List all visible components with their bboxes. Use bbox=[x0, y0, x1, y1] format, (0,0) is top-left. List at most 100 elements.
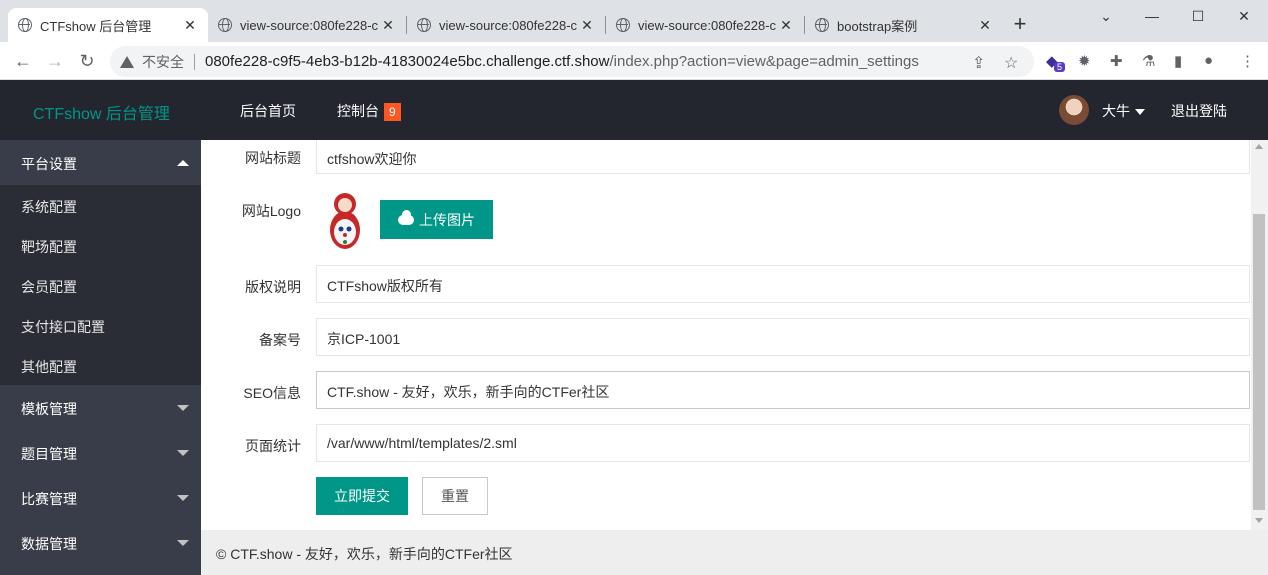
close-icon[interactable]: ✕ bbox=[778, 17, 794, 34]
site-logo-label: 网站Logo bbox=[241, 203, 301, 219]
sidebar-item-system-config[interactable]: 系统配置 bbox=[0, 185, 201, 225]
sidebar-group-challenges[interactable]: 题目管理 bbox=[0, 430, 201, 475]
username: 大牛 bbox=[1102, 103, 1130, 119]
nav-home[interactable]: 后台首页 bbox=[240, 101, 296, 121]
sidebar-group-competitions[interactable]: 比赛管理 bbox=[0, 475, 201, 520]
cloud-upload-icon bbox=[398, 209, 414, 225]
sidebar: 平台设置 系统配置 靶场配置 会员配置 支付接口配置 其他配置 模板管理 题目管… bbox=[0, 140, 201, 575]
copyright-input[interactable]: CTFshow版权所有 bbox=[316, 265, 1250, 303]
console-badge: 9 bbox=[384, 103, 401, 121]
icp-label: 备案号 bbox=[259, 332, 301, 348]
browser-tab[interactable]: bootstrap案例 ✕ bbox=[805, 8, 1003, 42]
scrollbar[interactable] bbox=[1251, 140, 1268, 530]
reload-icon[interactable]: ↻ bbox=[76, 50, 98, 72]
divider bbox=[194, 53, 195, 70]
globe-icon bbox=[616, 18, 630, 32]
close-icon[interactable]: ✕ bbox=[182, 17, 198, 34]
site-title-label: 网站标题 bbox=[245, 150, 301, 166]
sidebar-group-label: 比赛管理 bbox=[21, 491, 77, 507]
app-header: CTFshow 后台管理 后台首页 控制台 9 大牛 退出登陆 bbox=[0, 80, 1268, 140]
icp-input[interactable]: 京ICP-1001 bbox=[316, 318, 1250, 356]
puzzle-icon[interactable]: ✚ bbox=[1110, 52, 1123, 70]
security-label[interactable]: 不安全 bbox=[142, 52, 184, 72]
logout-link[interactable]: 退出登陆 bbox=[1171, 101, 1227, 121]
reset-button[interactable]: 重置 bbox=[422, 477, 488, 515]
sidebar-item-member-config[interactable]: 会员配置 bbox=[0, 265, 201, 305]
scroll-down-icon[interactable] bbox=[1255, 518, 1263, 523]
chevron-down-icon bbox=[177, 540, 189, 546]
upload-button-label: 上传图片 bbox=[419, 211, 475, 228]
close-icon[interactable]: ✕ bbox=[579, 17, 595, 34]
flask-icon[interactable]: ⚗ bbox=[1142, 52, 1155, 70]
seo-label: SEO信息 bbox=[243, 385, 301, 401]
close-icon[interactable]: ✕ bbox=[380, 17, 396, 34]
site-title-input[interactable]: ctfshow欢迎你 bbox=[316, 140, 1250, 174]
sidebar-item-range-config[interactable]: 靶场配置 bbox=[0, 225, 201, 265]
side-panel-icon[interactable]: ▮ bbox=[1174, 52, 1182, 70]
user-menu[interactable]: 大牛 bbox=[1102, 101, 1145, 121]
url-text[interactable]: 080fe228-c9f5-4eb3-b12b-41830024e5bc.cha… bbox=[205, 53, 919, 70]
chevron-down-icon bbox=[177, 450, 189, 456]
sidebar-item-payment-config[interactable]: 支付接口配置 bbox=[0, 305, 201, 345]
brand-title[interactable]: CTFshow 后台管理 bbox=[33, 100, 170, 124]
gear-extension-icon[interactable]: ✹ bbox=[1078, 52, 1091, 70]
tab-title: bootstrap案例 bbox=[837, 18, 918, 34]
stats-label: 页面统计 bbox=[245, 438, 301, 454]
settings-form: 网站标题 ctfshow欢迎你 网站Logo 上传图片 版权说明 CTFshow… bbox=[201, 140, 1251, 530]
address-bar[interactable]: 不安全 080fe228-c9f5-4eb3-b12b-41830024e5bc… bbox=[110, 46, 1034, 77]
tab-title: CTFshow 后台管理 bbox=[40, 18, 152, 34]
chevron-up-icon bbox=[177, 160, 189, 166]
forward-icon[interactable]: → bbox=[44, 50, 66, 72]
back-icon[interactable]: ← bbox=[12, 50, 34, 72]
sidebar-group-data[interactable]: 数据管理 bbox=[0, 520, 201, 565]
sidebar-submenu: 系统配置 靶场配置 会员配置 支付接口配置 其他配置 bbox=[0, 185, 201, 385]
sidebar-group-platform-settings[interactable]: 平台设置 bbox=[0, 140, 201, 185]
avatar[interactable] bbox=[1059, 95, 1089, 125]
chevron-down-icon bbox=[177, 495, 189, 501]
minimize-button[interactable]: — bbox=[1132, 4, 1172, 28]
chevron-down-icon bbox=[177, 405, 189, 411]
sidebar-group-label: 模板管理 bbox=[21, 401, 77, 417]
browser-tab[interactable]: view-source:080fe228-c ✕ bbox=[407, 8, 605, 42]
submit-button[interactable]: 立即提交 bbox=[316, 477, 408, 515]
url-host: 080fe228-c9f5-4eb3-b12b-41830024e5bc.cha… bbox=[205, 53, 610, 70]
sidebar-group-label: 平台设置 bbox=[21, 156, 77, 172]
sidebar-group-templates[interactable]: 模板管理 bbox=[0, 385, 201, 430]
profile-icon[interactable]: ● bbox=[1204, 52, 1213, 69]
tab-title: view-source:080fe228-c bbox=[638, 17, 777, 33]
share-icon[interactable]: ⇪ bbox=[972, 53, 985, 73]
extension-badge: 5 bbox=[1054, 62, 1066, 72]
sidebar-item-other-config[interactable]: 其他配置 bbox=[0, 345, 201, 385]
close-icon[interactable]: ✕ bbox=[977, 17, 993, 34]
window-close-button[interactable]: ✕ bbox=[1224, 4, 1264, 28]
scroll-thumb[interactable] bbox=[1253, 214, 1265, 510]
logo-image bbox=[330, 193, 360, 249]
tab-title: view-source:080fe228-c bbox=[240, 17, 379, 33]
new-tab-button[interactable]: + bbox=[1009, 12, 1031, 38]
nav-console-label: 控制台 bbox=[337, 103, 379, 119]
seo-input[interactable]: CTF.show - 友好，欢乐，新手向的CTFer社区 bbox=[316, 371, 1250, 409]
copyright-label: 版权说明 bbox=[245, 279, 301, 295]
browser-tabstrip: CTFshow 后台管理 ✕ view-source:080fe228-c ✕ … bbox=[0, 0, 1268, 42]
browser-tab[interactable]: view-source:080fe228-c ✕ bbox=[606, 8, 804, 42]
warning-icon bbox=[120, 55, 134, 68]
url-path: /index.php?action=view&page=admin_settin… bbox=[609, 53, 919, 70]
tab-title: view-source:080fe228-c bbox=[439, 17, 578, 33]
globe-icon bbox=[417, 18, 431, 32]
upload-image-button[interactable]: 上传图片 bbox=[380, 200, 493, 239]
browser-tab-active[interactable]: CTFshow 后台管理 ✕ bbox=[8, 8, 208, 42]
nav-console[interactable]: 控制台 9 bbox=[337, 101, 401, 121]
maximize-button[interactable]: ☐ bbox=[1178, 4, 1218, 28]
browser-toolbar: ← → ↻ 不安全 080fe228-c9f5-4eb3-b12b-418300… bbox=[0, 42, 1268, 80]
more-menu-icon[interactable]: ⋮ bbox=[1240, 52, 1255, 70]
bookmark-star-icon[interactable]: ☆ bbox=[1004, 53, 1018, 73]
sidebar-group-label: 题目管理 bbox=[21, 446, 77, 462]
sidebar-group-label: 数据管理 bbox=[21, 536, 77, 552]
scroll-up-icon[interactable] bbox=[1255, 144, 1263, 149]
browser-tab[interactable]: view-source:080fe228-c ✕ bbox=[208, 8, 406, 42]
globe-icon bbox=[218, 18, 232, 32]
chevron-down-icon bbox=[1135, 109, 1145, 116]
tab-search-icon[interactable]: ⌄ bbox=[1086, 4, 1126, 28]
globe-icon bbox=[815, 18, 829, 32]
stats-input[interactable]: /var/www/html/templates/2.sml bbox=[316, 424, 1250, 462]
